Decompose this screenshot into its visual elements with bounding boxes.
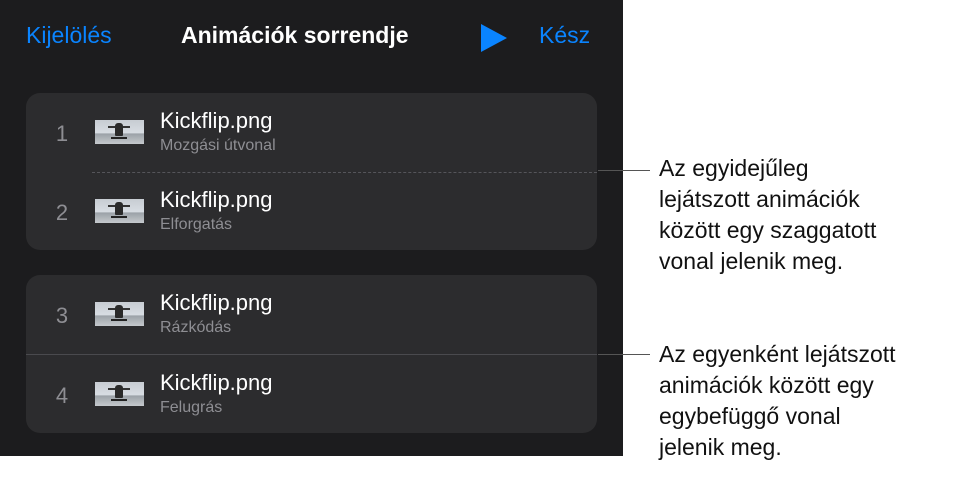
page-title: Animációk sorrendje <box>181 22 409 48</box>
animation-number: 4 <box>55 383 69 408</box>
animation-object-name: Kickflip.png <box>160 187 273 212</box>
callout-dashed-line: Az egyidejűleg lejátszott animációk közö… <box>659 155 877 274</box>
callout-leader-line <box>598 354 650 355</box>
kickflip-thumbnail <box>95 120 144 144</box>
animation-number: 1 <box>55 121 69 146</box>
animation-row[interactable]: 2 Kickflip.png Elforgatás <box>26 172 597 250</box>
animation-effect: Felugrás <box>160 399 223 416</box>
animation-effect: Mozgási útvonal <box>160 137 276 154</box>
animation-group-simultaneous: 1 Kickflip.png Mozgási útvonal 2 Kickfli… <box>26 93 597 250</box>
animation-row[interactable]: 4 Kickflip.png Felugrás <box>26 355 597 433</box>
animation-object-name: Kickflip.png <box>160 370 273 395</box>
animation-row[interactable]: 3 Kickflip.png Rázkódás <box>26 275 597 353</box>
animation-group-sequential: 3 Kickflip.png Rázkódás 4 Kickflip.png F… <box>26 275 597 433</box>
animation-number: 3 <box>55 303 69 328</box>
callout-solid-line: Az egyenként lejátszott animációk között… <box>659 341 896 460</box>
animation-object-name: Kickflip.png <box>160 108 273 133</box>
select-button[interactable]: Kijelölés <box>26 22 112 49</box>
play-button[interactable] <box>479 23 509 53</box>
animation-number: 2 <box>55 200 69 225</box>
kickflip-thumbnail <box>95 199 144 223</box>
kickflip-thumbnail <box>95 302 144 326</box>
animation-effect: Elforgatás <box>160 216 233 233</box>
done-button[interactable]: Kész <box>539 22 590 49</box>
animation-effect: Rázkódás <box>160 319 232 336</box>
animation-object-name: Kickflip.png <box>160 290 273 315</box>
callout-leader-line <box>598 170 650 171</box>
kickflip-thumbnail <box>95 382 144 406</box>
animation-order-panel: Kijelölés Animációk sorrendje Kész 1 Kic… <box>0 0 623 456</box>
animation-row[interactable]: 1 Kickflip.png Mozgási útvonal <box>26 93 597 171</box>
play-icon <box>481 24 507 52</box>
